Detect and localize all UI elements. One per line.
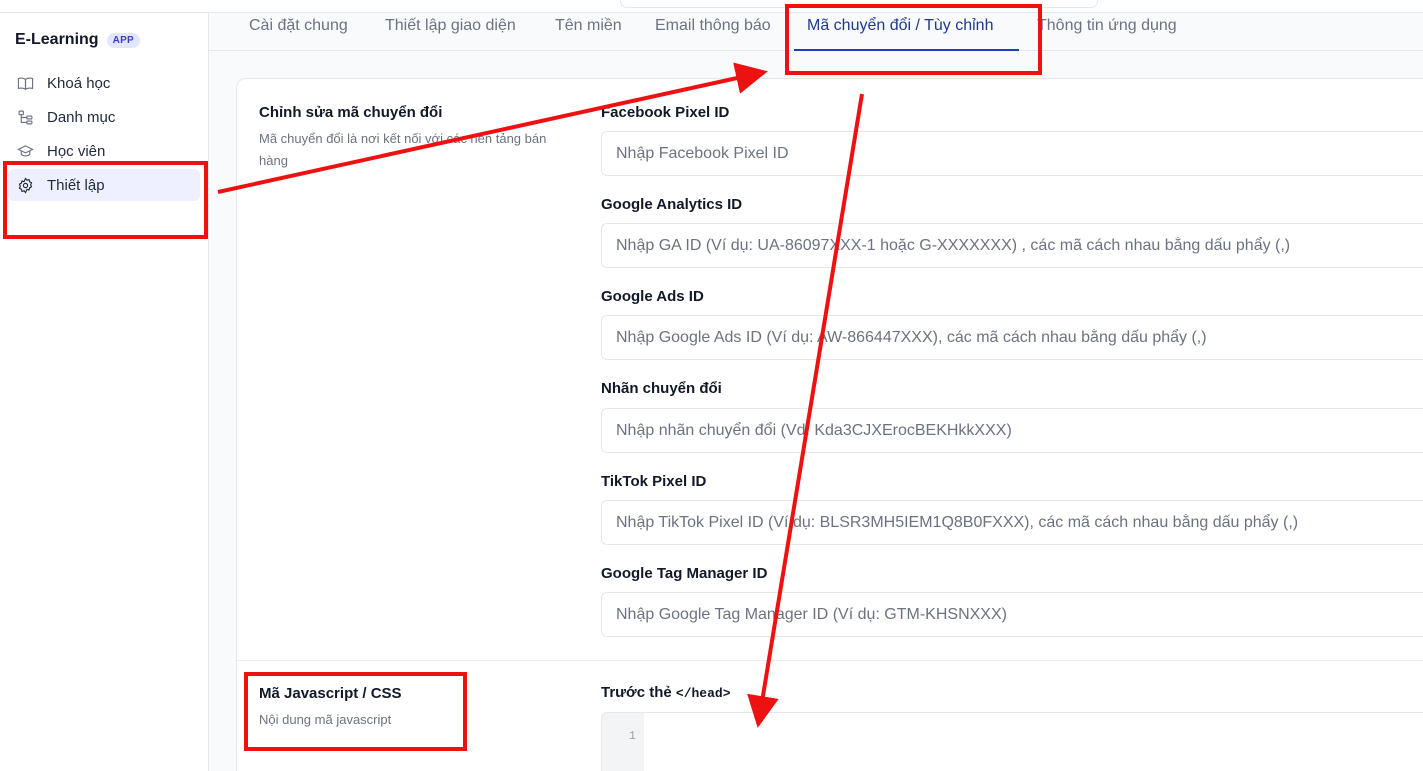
sidebar-item-label: Thiết lập (47, 176, 105, 194)
tab-appearance[interactable]: Thiết lập giao diện (385, 17, 516, 35)
head-code-editor[interactable]: 1 (601, 712, 1423, 771)
sidebar-item-students[interactable]: Học viên (8, 135, 200, 167)
tiktok-pixel-label: TikTok Pixel ID (601, 473, 707, 490)
conversion-label-label: Nhãn chuyển đổi (601, 380, 722, 397)
sidebar-item-label: Học viên (47, 142, 106, 160)
sidebar-item-label: Danh mục (47, 108, 116, 126)
facebook-pixel-label: Facebook Pixel ID (601, 104, 730, 121)
google-ads-label: Google Ads ID (601, 288, 704, 305)
google-tag-manager-label: Google Tag Manager ID (601, 565, 768, 582)
facebook-pixel-input[interactable] (601, 131, 1423, 176)
tab-email-notifications[interactable]: Email thông báo (655, 17, 771, 35)
top-search-box[interactable] (620, 0, 1098, 8)
category-tree-icon (16, 108, 34, 126)
conversion-label-input[interactable] (601, 408, 1423, 453)
settings-tabs: Cài đặt chung Thiết lập giao diện Tên mi… (209, 13, 1423, 51)
sidebar: E-Learning APP Khoá học Danh mục Học viê… (0, 13, 209, 771)
tab-conversion-code[interactable]: Mã chuyển đổi / Tùy chỉnh (807, 17, 993, 35)
javascript-section-title: Mã Javascript / CSS (259, 685, 402, 702)
tiktok-pixel-input[interactable] (601, 500, 1423, 545)
sidebar-item-label: Khoá học (47, 74, 111, 92)
brand-name: E-Learning (15, 31, 99, 48)
brand: E-Learning APP (15, 31, 141, 49)
conversion-section-title: Chỉnh sửa mã chuyển đổi (259, 104, 443, 121)
editor-gutter: 1 (602, 713, 644, 771)
tab-general[interactable]: Cài đặt chung (249, 17, 348, 35)
google-analytics-input[interactable] (601, 223, 1423, 268)
before-head-label: Trước thẻ </head> (601, 684, 731, 701)
google-ads-input[interactable] (601, 315, 1423, 360)
before-head-text: Trước thẻ (601, 684, 672, 701)
sidebar-item-categories[interactable]: Danh mục (8, 101, 200, 133)
tab-domain[interactable]: Tên miền (555, 17, 622, 35)
sidebar-item-settings[interactable]: Thiết lập (8, 169, 200, 201)
google-tag-manager-input[interactable] (601, 592, 1423, 637)
conversion-section-description: Mã chuyển đổi là nơi kết nối với các nền… (259, 131, 547, 168)
top-bar (0, 0, 1423, 13)
book-open-icon (16, 74, 34, 92)
google-analytics-label: Google Analytics ID (601, 196, 743, 213)
app-badge: APP (106, 32, 141, 48)
javascript-section-description: Nội dung mã javascript (259, 712, 392, 727)
active-tab-indicator (794, 49, 1019, 51)
gear-icon (16, 176, 34, 194)
tab-app-info[interactable]: Thông tin ứng dụng (1037, 17, 1177, 35)
head-tag-code: </head> (675, 686, 731, 701)
line-number: 1 (628, 729, 636, 743)
section-divider (237, 660, 1423, 661)
sidebar-item-courses[interactable]: Khoá học (8, 67, 200, 99)
graduation-cap-icon (16, 142, 34, 160)
sidebar-nav: Khoá học Danh mục Học viên Thiết lập (8, 67, 200, 203)
